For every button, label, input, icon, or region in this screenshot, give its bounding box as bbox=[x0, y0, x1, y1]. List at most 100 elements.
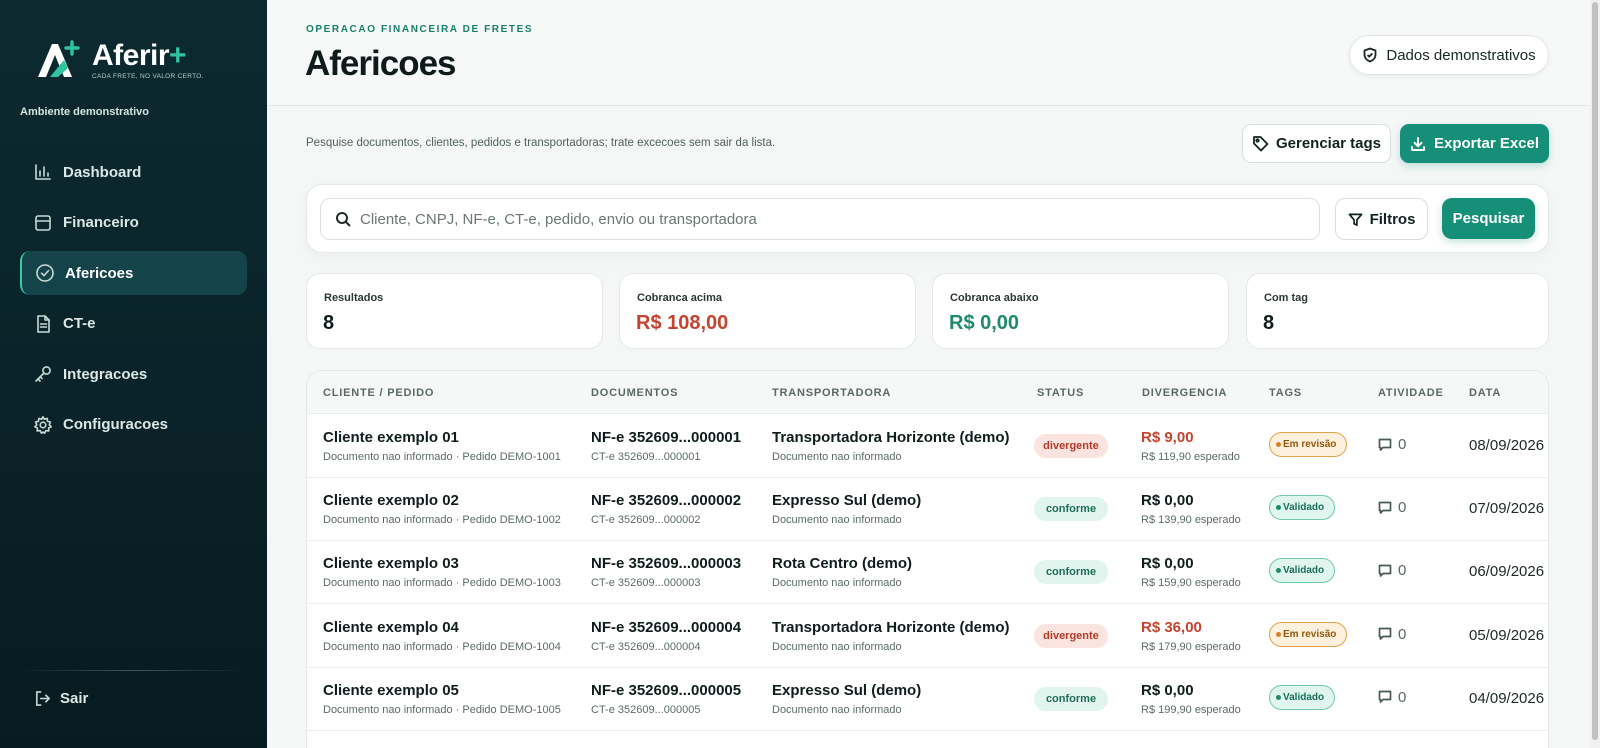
activity-button[interactable]: 0 bbox=[1378, 436, 1406, 453]
brand-tagline: CADA FRETE, NO VALOR CERTO. bbox=[92, 73, 204, 80]
row-date: 04/09/2026 bbox=[1469, 689, 1545, 707]
nfe-number[interactable]: NF-e 352609...000005 bbox=[591, 682, 741, 699]
row-date: 06/09/2026 bbox=[1469, 563, 1545, 581]
client-order: Documento nao informado · Pedido DEMO-10… bbox=[323, 640, 561, 653]
column-header-activity[interactable]: ATIVIDADE bbox=[1378, 387, 1444, 399]
filters-button[interactable]: Filtros bbox=[1335, 198, 1428, 240]
row-date: 07/09/2026 bbox=[1469, 500, 1545, 518]
stat-card-results: Resultados 8 bbox=[306, 273, 603, 349]
scrollbar-thumb[interactable] bbox=[1592, 2, 1598, 740]
carrier-name: Expresso Sul (demo) bbox=[772, 681, 922, 699]
carrier-name: Rota Centro (demo) bbox=[772, 555, 912, 573]
divergence-value: R$ 36,00 bbox=[1141, 618, 1202, 636]
nfe-number[interactable]: NF-e 352609...000002 bbox=[591, 492, 741, 509]
search-field[interactable] bbox=[320, 198, 1320, 240]
client-name[interactable]: Cliente exemplo 01 bbox=[323, 429, 459, 446]
logout-button[interactable]: Sair bbox=[34, 690, 88, 707]
nfe-number[interactable]: NF-e 352609...000003 bbox=[591, 555, 741, 572]
column-header-client[interactable]: CLIENTE / PEDIDO bbox=[323, 387, 434, 399]
sidebar-item-cte[interactable]: CT-e bbox=[20, 302, 247, 346]
tag-badge[interactable]: Em revisão bbox=[1269, 432, 1348, 457]
table-header: CLIENTE / PEDIDO DOCUMENTOS TRANSPORTADO… bbox=[307, 371, 1548, 414]
filter-icon bbox=[1348, 213, 1363, 226]
download-icon bbox=[1411, 136, 1425, 151]
gear-icon bbox=[34, 415, 52, 434]
brand-name: Aferir+ bbox=[92, 39, 187, 72]
status-badge: conforme bbox=[1034, 497, 1108, 522]
logout-label: Sair bbox=[60, 690, 89, 707]
comment-icon bbox=[1378, 627, 1392, 640]
table-row[interactable]: Cliente exemplo 05 Documento nao informa… bbox=[307, 667, 1548, 731]
column-header-date[interactable]: DATA bbox=[1469, 387, 1501, 399]
comment-icon bbox=[1378, 690, 1392, 704]
tag-dot-icon bbox=[1276, 694, 1281, 700]
nfe-number[interactable]: NF-e 352609...000001 bbox=[591, 429, 741, 446]
column-header-tags[interactable]: TAGS bbox=[1269, 387, 1302, 399]
column-header-carrier[interactable]: TRANSPORTADORA bbox=[772, 387, 891, 399]
page-header: OPERACAO FINANCEIRA DE FRETES Afericoes … bbox=[267, 0, 1600, 106]
sidebar-item-integracoes[interactable]: Integracoes bbox=[20, 352, 247, 396]
manage-tags-button[interactable]: Gerenciar tags bbox=[1242, 124, 1391, 163]
activity-count: 0 bbox=[1398, 625, 1407, 643]
sidebar-item-afericoes[interactable]: Afericoes bbox=[20, 251, 247, 295]
stat-card-charged-below: Cobranca abaixo R$ 0,00 bbox=[932, 273, 1229, 349]
column-header-status[interactable]: STATUS bbox=[1037, 387, 1084, 399]
client-name[interactable]: Cliente exemplo 02 bbox=[323, 492, 459, 509]
stat-card-tagged: Com tag 8 bbox=[1246, 273, 1549, 349]
tag-label: Validado bbox=[1283, 691, 1325, 703]
client-order: Documento nao informado · Pedido DEMO-10… bbox=[323, 703, 561, 716]
activity-button[interactable]: 0 bbox=[1378, 499, 1406, 516]
search-input[interactable] bbox=[360, 210, 1260, 228]
activity-button[interactable]: 0 bbox=[1378, 689, 1406, 706]
client-order: Documento nao informado · Pedido DEMO-10… bbox=[323, 514, 561, 527]
column-header-documents[interactable]: DOCUMENTOS bbox=[591, 387, 678, 399]
stat-label: Resultados bbox=[324, 292, 384, 304]
demo-data-badge[interactable]: Dados demonstrativos bbox=[1349, 35, 1549, 75]
archive-icon bbox=[35, 214, 51, 231]
tag-badge[interactable]: Validado bbox=[1269, 558, 1336, 584]
brand-logo[interactable]: Aferir+ CADA FRETE, NO VALOR CERTO. bbox=[36, 40, 204, 80]
main-content: OPERACAO FINANCEIRA DE FRETES Afericoes … bbox=[267, 0, 1600, 748]
logout-icon bbox=[36, 691, 50, 706]
activity-button[interactable]: 0 bbox=[1378, 626, 1406, 643]
nfe-number[interactable]: NF-e 352609...000004 bbox=[591, 619, 741, 636]
search-button[interactable]: Pesquisar bbox=[1442, 198, 1535, 239]
stat-label: Cobranca abaixo bbox=[950, 292, 1039, 304]
brand-text: Aferir+ CADA FRETE, NO VALOR CERTO. bbox=[92, 39, 204, 81]
table-row[interactable]: Cliente exemplo 03 Documento nao informa… bbox=[307, 540, 1548, 605]
carrier-document: Documento nao informado bbox=[772, 451, 902, 463]
client-name[interactable]: Cliente exemplo 04 bbox=[323, 619, 459, 636]
page-scrollbar[interactable] bbox=[1590, 0, 1600, 748]
client-name[interactable]: Cliente exemplo 05 bbox=[323, 682, 459, 699]
brand-mark-icon bbox=[36, 40, 84, 80]
activity-count: 0 bbox=[1398, 688, 1407, 706]
table-row[interactable]: Cliente exemplo 04 Documento nao informa… bbox=[307, 604, 1548, 668]
table-row[interactable]: Cliente exemplo 01 Documento nao informa… bbox=[307, 414, 1548, 478]
export-excel-button[interactable]: Exportar Excel bbox=[1400, 124, 1549, 163]
stat-value: R$ 108,00 bbox=[636, 312, 729, 334]
expected-value: R$ 199,90 esperado bbox=[1141, 703, 1241, 716]
tag-badge[interactable]: Validado bbox=[1269, 495, 1336, 521]
sidebar-item-financeiro[interactable]: Financeiro bbox=[20, 201, 247, 245]
tag-label: Validado bbox=[1283, 502, 1325, 514]
cte-number: CT-e 352609...000002 bbox=[591, 514, 701, 527]
tag-badge[interactable]: Em revisão bbox=[1269, 621, 1348, 647]
client-name[interactable]: Cliente exemplo 03 bbox=[323, 555, 459, 572]
expected-value: R$ 159,90 esperado bbox=[1141, 577, 1241, 590]
sidebar-item-dashboard[interactable]: Dashboard bbox=[20, 150, 247, 194]
tag-label: Em revisão bbox=[1283, 439, 1337, 450]
cte-number: CT-e 352609...000004 bbox=[591, 640, 701, 653]
column-header-divergence[interactable]: DIVERGENCIA bbox=[1142, 387, 1227, 399]
sidebar-item-configuracoes[interactable]: Configuracoes bbox=[20, 403, 247, 447]
divergence-value: R$ 9,00 bbox=[1141, 429, 1194, 446]
table-row[interactable]: Cliente exemplo 02 Documento nao informa… bbox=[307, 477, 1548, 542]
search-icon bbox=[336, 212, 351, 227]
sidebar-item-label: Financeiro bbox=[63, 214, 139, 231]
tag-badge[interactable]: Validado bbox=[1269, 684, 1336, 710]
activity-count: 0 bbox=[1398, 436, 1407, 453]
sidebar: Aferir+ CADA FRETE, NO VALOR CERTO. Ambi… bbox=[0, 0, 267, 748]
bar-chart-icon bbox=[35, 164, 51, 180]
activity-button[interactable]: 0 bbox=[1378, 562, 1406, 579]
cte-number: CT-e 352609...000001 bbox=[591, 451, 701, 463]
stat-label: Com tag bbox=[1264, 292, 1308, 304]
